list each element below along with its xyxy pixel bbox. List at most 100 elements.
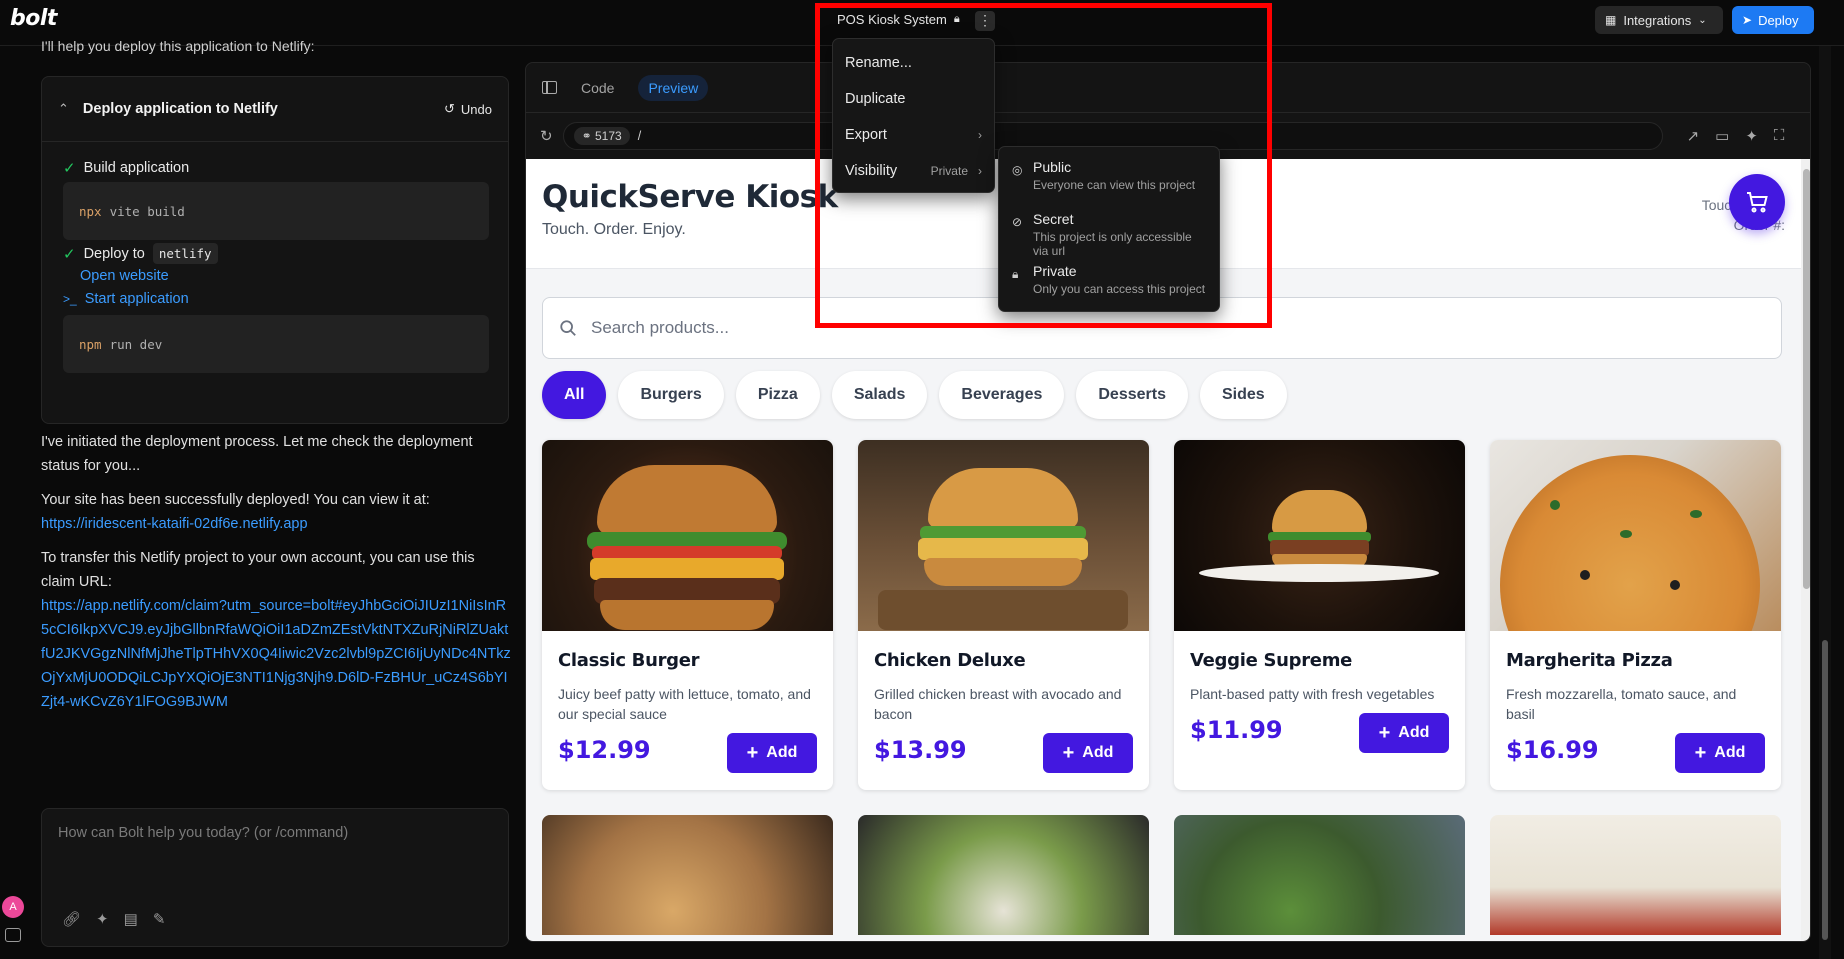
- plus-icon: +: [1062, 741, 1075, 764]
- deploy-card-header[interactable]: ⌃ Deploy application to Netlify ↺ Undo: [42, 77, 508, 142]
- menu-rename[interactable]: Rename...: [833, 45, 994, 81]
- product-description: Juicy beef patty with lettuce, tomato, a…: [558, 686, 811, 722]
- page-scroll-thumb[interactable]: [1822, 640, 1828, 940]
- category-sides[interactable]: Sides: [1199, 371, 1287, 419]
- bolt-logo[interactable]: bolt: [10, 6, 57, 31]
- sidebar-toggle-icon[interactable]: [5, 928, 21, 942]
- sparkle-icon[interactable]: ✦: [96, 910, 109, 928]
- prompt-input[interactable]: How can Bolt help you today? (or /comman…: [41, 808, 509, 947]
- product-image-veggie: [1174, 440, 1465, 631]
- external-link-icon[interactable]: ↗: [1687, 127, 1700, 145]
- preview-scroll-thumb[interactable]: [1803, 169, 1810, 589]
- start-app-label: Start application: [84, 291, 189, 307]
- menu-duplicate[interactable]: Duplicate: [833, 81, 994, 117]
- run-command-box: npm run dev: [63, 315, 489, 373]
- panel-toggle-icon[interactable]: [542, 81, 557, 94]
- add-to-cart-button[interactable]: + Add: [727, 733, 817, 773]
- plus-icon: +: [746, 741, 759, 764]
- edit-icon[interactable]: ✎: [153, 910, 166, 928]
- eye-off-icon: ⊘: [1012, 215, 1023, 229]
- tab-code[interactable]: Code: [571, 75, 624, 101]
- search-placeholder: Search products...: [591, 318, 729, 337]
- claim-url-link[interactable]: https://app.netlify.com/claim?utm_source…: [41, 594, 511, 714]
- build-arg: vite build: [109, 203, 185, 219]
- integrations-button[interactable]: ▦ Integrations ⌄: [1595, 6, 1723, 34]
- page-scrollbar[interactable]: [1819, 46, 1831, 959]
- cart-button[interactable]: [1729, 174, 1785, 230]
- step-build: ✓ Build application: [63, 159, 189, 177]
- reload-icon[interactable]: ↻: [540, 127, 553, 145]
- product-image-pizza: [1490, 440, 1781, 631]
- project-menu: Rename... Duplicate Export › Visibility …: [832, 38, 995, 193]
- chat-message-3-text: To transfer this Netlify project to your…: [41, 550, 475, 590]
- add-label: Add: [766, 744, 798, 761]
- inspect-icon[interactable]: ✦: [1745, 127, 1758, 145]
- check-icon: ✓: [63, 245, 76, 263]
- product-image-partial[interactable]: [858, 815, 1149, 935]
- preview-tools: ↗ ▭ ✦ ⛶: [1687, 127, 1785, 145]
- visibility-option-public[interactable]: ◎ Public Everyone can view this project: [999, 155, 1219, 207]
- chevron-up-icon[interactable]: ⌃: [58, 101, 69, 117]
- category-burgers[interactable]: Burgers: [618, 371, 724, 419]
- url-path: /: [637, 129, 642, 143]
- product-card[interactable]: Chicken Deluxe Grilled chicken breast wi…: [858, 440, 1149, 790]
- product-card[interactable]: Classic Burger Juicy beef patty with let…: [542, 440, 833, 790]
- product-name: Classic Burger: [558, 650, 700, 671]
- product-price: $16.99: [1506, 736, 1599, 764]
- add-to-cart-button[interactable]: + Add: [1359, 713, 1449, 753]
- visibility-submenu: ◎ Public Everyone can view this project …: [998, 146, 1220, 312]
- chat-icon[interactable]: ▤: [124, 910, 138, 928]
- category-beverages[interactable]: Beverages: [939, 371, 1065, 419]
- workbench-tabs: Code Preview: [526, 63, 1810, 113]
- menu-visibility[interactable]: Visibility Private ›: [833, 153, 994, 189]
- preview-scrollbar[interactable]: [1801, 159, 1810, 941]
- add-label: Add: [1398, 724, 1430, 741]
- menu-export[interactable]: Export ›: [833, 117, 994, 153]
- link-icon[interactable]: 🔗︎: [62, 910, 81, 928]
- chat-panel: I'll help you deploy this application to…: [0, 38, 525, 959]
- step-start-app[interactable]: >_ Start application: [63, 291, 189, 307]
- product-name: Margherita Pizza: [1506, 650, 1673, 671]
- deploy-card-title: Deploy application to Netlify: [82, 101, 278, 117]
- plug-icon: ⚭: [581, 129, 592, 143]
- lock-icon: 🔒︎: [953, 13, 960, 25]
- chat-message-1: I've initiated the deployment process. L…: [41, 434, 473, 474]
- chevron-right-icon: ›: [978, 128, 982, 142]
- open-website-label[interactable]: Open website: [80, 268, 169, 284]
- product-image-partial[interactable]: [1174, 815, 1465, 935]
- visibility-option-secret[interactable]: ⊘ Secret This project is only accessible…: [999, 207, 1219, 259]
- product-image-partial[interactable]: [1490, 815, 1781, 935]
- category-desserts[interactable]: Desserts: [1076, 371, 1188, 419]
- port-number: 5173: [594, 129, 622, 143]
- step-deploy: ✓ Deploy to netlify: [63, 243, 218, 264]
- add-label: Add: [1714, 744, 1746, 761]
- add-to-cart-button[interactable]: + Add: [1043, 733, 1133, 773]
- project-title[interactable]: POS Kiosk System 🔒︎: [837, 12, 960, 27]
- port-selector[interactable]: ⚭ 5173: [573, 127, 630, 145]
- prompt-toolbar: 🔗︎ ✦ ▤ ✎: [62, 910, 165, 928]
- deploy-button[interactable]: ➤ Deploy: [1732, 6, 1814, 34]
- chat-message-3: To transfer this Netlify project to your…: [41, 546, 511, 714]
- project-menu-button[interactable]: ⋮: [975, 11, 995, 31]
- product-card[interactable]: Margherita Pizza Fresh mozzarella, tomat…: [1490, 440, 1781, 790]
- product-card[interactable]: Veggie Supreme Plant-based patty with fr…: [1174, 440, 1465, 790]
- deployed-site-link[interactable]: https://iridescent-kataifi-02df6e.netlif…: [41, 512, 511, 536]
- tab-preview[interactable]: Preview: [638, 74, 709, 101]
- lock-icon: 🔒︎: [1012, 267, 1019, 281]
- visibility-current: Private ›: [931, 164, 982, 178]
- chat-message-2-text: Your site has been successfully deployed…: [41, 492, 430, 508]
- device-icon[interactable]: ▭: [1715, 127, 1729, 145]
- avatar[interactable]: A: [2, 896, 24, 918]
- undo-button[interactable]: ↺ Undo: [444, 101, 492, 117]
- open-website-link[interactable]: Open website: [80, 268, 169, 284]
- category-all[interactable]: All: [542, 371, 607, 419]
- category-pizza[interactable]: Pizza: [735, 371, 820, 419]
- product-image-partial[interactable]: [542, 815, 833, 935]
- category-salads[interactable]: Salads: [831, 371, 928, 419]
- add-to-cart-button[interactable]: + Add: [1675, 733, 1765, 773]
- visibility-option-private[interactable]: 🔒︎ Private Only you can access this proj…: [999, 259, 1219, 311]
- product-image-chicken: [858, 440, 1149, 631]
- run-cmd: npm: [79, 336, 102, 352]
- fullscreen-icon[interactable]: ⛶: [1774, 127, 1785, 145]
- product-price: $13.99: [874, 736, 967, 764]
